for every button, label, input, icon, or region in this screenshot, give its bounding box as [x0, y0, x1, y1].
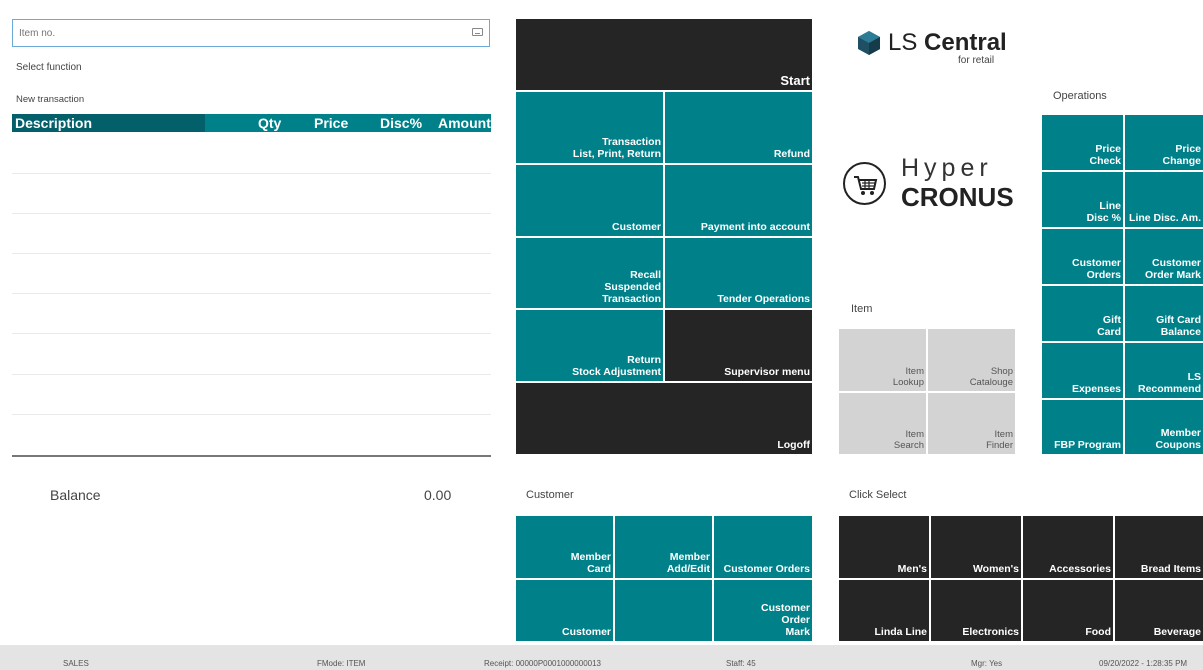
click-select-beverage[interactable]: Beverage [1115, 580, 1203, 641]
item-number-field[interactable] [12, 19, 490, 47]
status-mgr: Mgr: Yes [971, 659, 1003, 668]
cart-icon [843, 162, 886, 205]
operations-label: Operations [1053, 90, 1107, 102]
status-fmode: FMode: ITEM [317, 659, 366, 668]
table-row-divider [12, 213, 491, 214]
logoff-button[interactable]: Logoff [516, 383, 812, 454]
column-disc: Disc% [380, 115, 423, 131]
table-row-divider [12, 414, 491, 415]
customer-section-label: Customer [526, 489, 574, 501]
click-select-accessories[interactable]: Accessories [1023, 516, 1113, 578]
balance-label: Balance [50, 487, 101, 503]
member-card-button[interactable]: Member Card [516, 516, 613, 578]
gift-card-button[interactable]: Gift Card [1042, 286, 1123, 341]
customer-orders-button[interactable]: Customer Orders [714, 516, 812, 578]
customer-order-mark-button[interactable]: Customer Order Mark [714, 580, 812, 641]
click-select-label: Click Select [849, 489, 907, 501]
expenses-button[interactable]: Expenses [1042, 343, 1123, 398]
table-row-divider [12, 333, 491, 334]
item-lookup-button[interactable]: Item Lookup [839, 329, 926, 391]
recall-suspended-button[interactable]: Recall Suspended Transaction [516, 238, 663, 308]
balance-value: 0.00 [424, 487, 452, 503]
price-check-button[interactable]: Price Check [1042, 115, 1123, 170]
price-change-button[interactable]: Price Change [1125, 115, 1203, 170]
ls-sub: for retail [958, 55, 995, 66]
line-disc-am-button[interactable]: Line Disc. Am. [1125, 172, 1203, 227]
item-search-button[interactable]: Item Search [839, 393, 926, 454]
click-select-food[interactable]: Food [1023, 580, 1113, 641]
column-description: Description [12, 114, 205, 132]
member-add-edit-button[interactable]: Member Add/Edit [615, 516, 712, 578]
item-section-label: Item [851, 303, 873, 315]
status-staff: Staff: 45 [726, 659, 756, 668]
click-select-womens[interactable]: Women's [931, 516, 1021, 578]
click-select-bread-items[interactable]: Bread Items [1115, 516, 1203, 578]
select-function-label: Select function [16, 62, 82, 73]
status-bar: SALES FMode: ITEM Receipt: 00000P0001000… [0, 645, 1203, 670]
column-price: Price [314, 115, 349, 131]
shop-catalouge-button[interactable]: Shop Catalouge [928, 329, 1015, 391]
ls-brand: Central [924, 29, 1007, 56]
gift-card-balance-button[interactable]: Gift Card Balance [1125, 286, 1203, 341]
new-transaction-label: New transaction [16, 94, 85, 105]
supervisor-menu-button[interactable]: Supervisor menu [665, 310, 812, 381]
start-button[interactable]: Start [516, 19, 812, 90]
fbp-program-button[interactable]: FBP Program [1042, 400, 1123, 454]
transaction-list-button[interactable]: Transaction List, Print, Return [516, 92, 663, 163]
empty-customer-tile[interactable] [615, 580, 712, 641]
tender-operations-button[interactable]: Tender Operations [665, 238, 812, 308]
cube-icon [858, 31, 880, 55]
member-coupons-button[interactable]: Member Coupons [1125, 400, 1203, 454]
return-stock-adjustment-button[interactable]: Return Stock Adjustment [516, 310, 663, 381]
payment-into-account-button[interactable]: Payment into account [665, 165, 812, 236]
table-row-divider [12, 293, 491, 294]
ls-prefix: LS [888, 29, 925, 56]
click-select-linda-line[interactable]: Linda Line [839, 580, 929, 641]
item-number-input[interactable] [13, 20, 453, 46]
transaction-table-header: Description Qty Price Disc% Amount [12, 114, 491, 132]
table-bottom-rule [12, 455, 491, 457]
customer-lookup-button[interactable]: Customer [516, 580, 613, 641]
table-row-divider [12, 173, 491, 174]
ops-customer-order-mark-button[interactable]: Customer Order Mark [1125, 229, 1203, 284]
status-datetime: 09/20/2022 - 1:28:35 PM [1099, 659, 1188, 668]
item-finder-button[interactable]: Item Finder [928, 393, 1015, 454]
cronus-text: CRONUS [901, 182, 1014, 212]
customer-button[interactable]: Customer [516, 165, 663, 236]
table-row-divider [12, 253, 491, 254]
keyboard-icon[interactable] [472, 28, 483, 36]
ops-customer-orders-button[interactable]: Customer Orders [1042, 229, 1123, 284]
table-row-divider [12, 374, 491, 375]
click-select-mens[interactable]: Men's [839, 516, 929, 578]
status-mode: SALES [63, 659, 89, 668]
hyper-text: Hyper [901, 154, 993, 182]
column-amount: Amount [438, 115, 491, 131]
click-select-electronics[interactable]: Electronics [931, 580, 1021, 641]
line-disc-pct-button[interactable]: Line Disc % [1042, 172, 1123, 227]
status-receipt: Receipt: 00000P0001000000013 [484, 659, 601, 668]
column-qty: Qty [258, 115, 282, 131]
ls-recommend-button[interactable]: LS Recommend [1125, 343, 1203, 398]
refund-button[interactable]: Refund [665, 92, 812, 163]
